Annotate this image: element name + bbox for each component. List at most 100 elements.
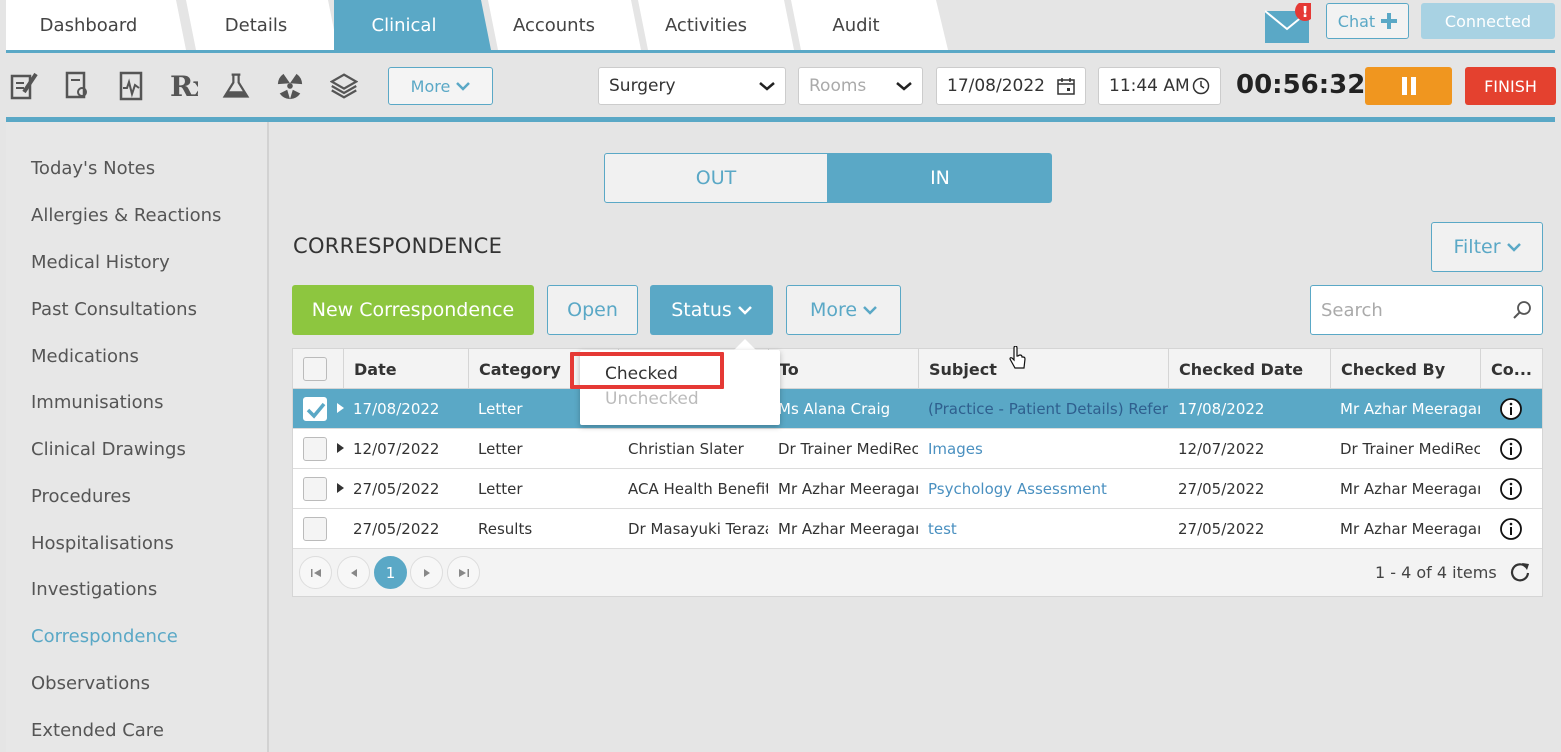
column-header-checked-date[interactable]: Checked Date	[1168, 349, 1330, 389]
row-checkbox[interactable]	[303, 477, 327, 501]
more-actions-button[interactable]: More	[786, 285, 901, 335]
date-input[interactable]: 17/08/2022	[936, 67, 1086, 105]
select-all-checkbox[interactable]	[303, 357, 327, 381]
chevron-down-icon	[759, 82, 775, 91]
location-select[interactable]: Surgery	[598, 67, 786, 105]
time-input[interactable]: 11:44 AM	[1098, 67, 1221, 105]
search-icon[interactable]	[1512, 300, 1532, 320]
clock-icon[interactable]	[1192, 77, 1210, 95]
toolbar-more-label: More	[410, 76, 451, 96]
pause-button[interactable]	[1365, 67, 1452, 105]
table-row[interactable]: 27/05/2022 Results Dr Masayuki Terazawa …	[293, 509, 1542, 549]
cell-date: 27/05/2022	[353, 520, 440, 538]
cell-checked-by: Mr Azhar Meeragani	[1340, 400, 1480, 418]
connected-status[interactable]: Connected	[1421, 3, 1555, 39]
grid-header: Date Category To Subject Checked Date Ch…	[293, 349, 1542, 389]
cell-subject-link[interactable]: (Practice - Patient Details) Referral	[918, 389, 1168, 429]
toggle-in[interactable]: IN	[828, 153, 1052, 203]
sidebar-item-hospitalisations[interactable]: Hospitalisations	[31, 533, 174, 554]
chevron-down-icon	[863, 306, 877, 315]
sidebar-item-investigations[interactable]: Investigations	[31, 579, 157, 600]
cell-subject-link[interactable]: Psychology Assessment	[918, 469, 1168, 509]
notes-icon[interactable]	[10, 70, 38, 102]
tab-audit[interactable]: Audit	[786, 0, 926, 50]
cell-checked-date: 12/07/2022	[1178, 440, 1265, 458]
status-button[interactable]: Status	[650, 285, 773, 335]
table-row[interactable]: 27/05/2022 Letter ACA Health Benefits Mr…	[293, 469, 1542, 509]
column-header-checked-by[interactable]: Checked By	[1330, 349, 1480, 389]
tab-accounts[interactable]: Accounts	[484, 0, 624, 50]
consultation-timer: 00:56:32	[1236, 70, 1366, 100]
sidebar-item-allergies[interactable]: Allergies & Reactions	[31, 205, 221, 226]
lab-flask-icon[interactable]	[222, 70, 250, 102]
column-header-subject[interactable]: Subject	[918, 349, 1168, 389]
last-page-button[interactable]	[447, 556, 480, 589]
cell-category: Letter	[478, 440, 523, 458]
cell-date: 17/08/2022	[353, 400, 440, 418]
toggle-out[interactable]: OUT	[604, 153, 828, 203]
finish-button[interactable]: FINISH	[1465, 67, 1556, 105]
new-correspondence-button[interactable]: New Correspondence	[292, 285, 534, 335]
correspondence-grid: Date Category To Subject Checked Date Ch…	[292, 348, 1543, 597]
sidebar-item-immunisations[interactable]: Immunisations	[31, 392, 163, 413]
cell-subject-link[interactable]: Images	[918, 429, 1168, 469]
tab-details[interactable]: Details	[181, 0, 331, 50]
radiation-icon[interactable]	[276, 70, 304, 102]
svg-text:!: !	[1302, 3, 1309, 21]
filter-button[interactable]: Filter	[1431, 222, 1543, 272]
plus-icon	[1381, 13, 1398, 29]
ecg-document-icon[interactable]	[118, 70, 146, 102]
status-option-unchecked[interactable]: Unchecked	[605, 389, 699, 409]
sidebar-item-procedures[interactable]: Procedures	[31, 486, 131, 507]
tab-clinical[interactable]: Clinical	[334, 0, 474, 50]
chevron-down-icon	[896, 82, 912, 91]
tab-dashboard[interactable]: Dashboard	[6, 0, 171, 50]
prescription-icon[interactable]: Rx	[170, 70, 198, 102]
checkmark-icon	[306, 402, 326, 419]
previous-page-button[interactable]	[337, 556, 370, 589]
grid-pager: 1 1 - 4 of 4 items	[293, 549, 1542, 596]
chat-button[interactable]: Chat	[1326, 3, 1409, 39]
sidebar-item-medications[interactable]: Medications	[31, 346, 139, 367]
tab-activities[interactable]: Activities	[636, 0, 776, 50]
column-header-comments[interactable]: Co...	[1480, 349, 1542, 389]
mail-icon[interactable]: !	[1264, 1, 1315, 43]
sidebar-item-past-consultations[interactable]: Past Consultations	[31, 299, 197, 320]
info-icon[interactable]	[1499, 437, 1523, 461]
row-checkbox[interactable]	[303, 397, 327, 421]
open-button[interactable]: Open	[547, 285, 638, 335]
info-icon[interactable]	[1499, 517, 1523, 541]
column-header-to[interactable]: To	[768, 349, 918, 389]
sidebar-item-extended-care[interactable]: Extended Care	[31, 720, 164, 741]
chevron-down-icon	[737, 306, 752, 315]
more-actions-label: More	[809, 299, 858, 321]
location-value: Surgery	[609, 76, 676, 96]
rooms-select[interactable]: Rooms	[798, 67, 923, 105]
row-checkbox[interactable]	[303, 517, 327, 541]
info-icon[interactable]	[1499, 397, 1523, 421]
toolbar-more-button[interactable]: More	[388, 67, 493, 105]
table-row[interactable]: 12/07/2022 Letter Christian Slater Dr Tr…	[293, 429, 1542, 469]
sidebar-item-clinical-drawings[interactable]: Clinical Drawings	[31, 439, 186, 460]
page-number-button[interactable]: 1	[374, 556, 407, 589]
calendar-icon[interactable]	[1057, 77, 1075, 95]
sidebar-item-observations[interactable]: Observations	[31, 673, 150, 694]
cell-to: Dr Trainer MediRecords	[778, 440, 918, 458]
table-row[interactable]: 17/08/2022 Letter Ms Alana Craig (Practi…	[293, 389, 1542, 429]
cell-subject-link[interactable]: test	[918, 509, 1168, 549]
info-icon[interactable]	[1499, 477, 1523, 501]
next-page-button[interactable]	[410, 556, 443, 589]
document-certificate-icon[interactable]	[64, 70, 92, 102]
last-page-icon	[458, 568, 469, 577]
column-header-date[interactable]: Date	[343, 349, 468, 389]
sidebar-item-todays-notes[interactable]: Today's Notes	[31, 158, 155, 179]
first-page-icon	[310, 568, 321, 577]
search-input[interactable]	[1321, 299, 1501, 321]
sidebar-item-medical-history[interactable]: Medical History	[31, 252, 170, 273]
layers-icon[interactable]	[330, 70, 358, 102]
cell-category: Results	[478, 520, 533, 538]
row-checkbox[interactable]	[303, 437, 327, 461]
sidebar-item-correspondence[interactable]: Correspondence	[31, 626, 178, 647]
refresh-icon[interactable]	[1509, 561, 1531, 583]
first-page-button[interactable]	[299, 556, 332, 589]
